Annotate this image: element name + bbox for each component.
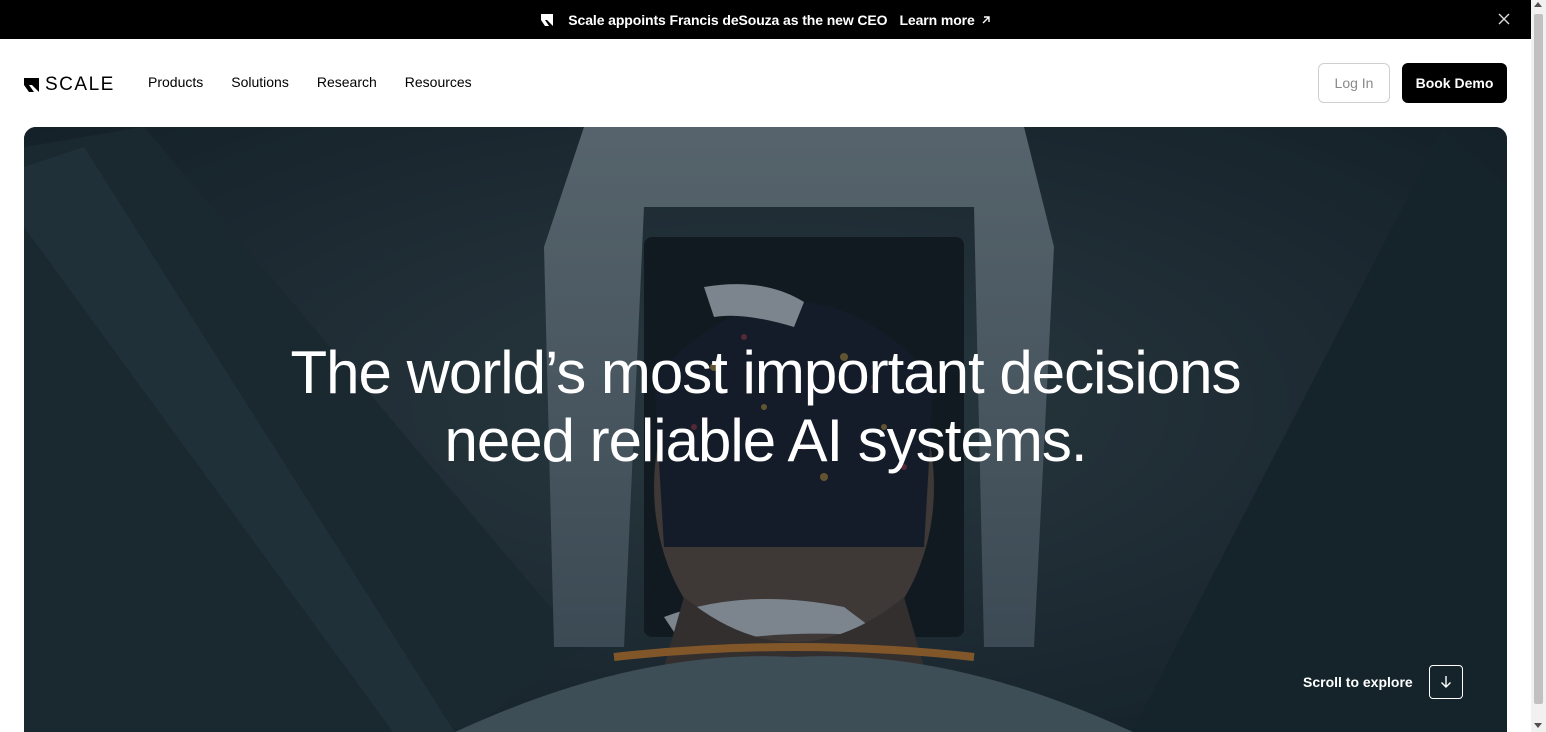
scale-logo[interactable]: SCALE bbox=[24, 75, 115, 94]
hero-title-line2: need reliable AI systems. bbox=[444, 407, 1087, 474]
scrollbar-thumb[interactable] bbox=[1534, 14, 1543, 704]
scroll-down-arrow-icon[interactable] bbox=[1534, 723, 1542, 728]
page-scrollbar[interactable] bbox=[1531, 0, 1546, 732]
close-icon[interactable] bbox=[1497, 12, 1511, 26]
nav-resources[interactable]: Resources bbox=[405, 74, 472, 90]
scroll-up-arrow-icon[interactable] bbox=[1534, 2, 1542, 7]
scroll-label: Scroll to explore bbox=[1303, 674, 1413, 690]
announcement-text: Scale appoints Francis deSouza as the ne… bbox=[568, 11, 888, 28]
book-demo-button[interactable]: Book Demo bbox=[1402, 63, 1507, 103]
scroll-to-explore[interactable]: Scroll to explore bbox=[1303, 665, 1463, 699]
hero-title-line1: The world’s most important decisions bbox=[290, 339, 1242, 406]
nav-links: Products Solutions Research Resources bbox=[148, 74, 472, 90]
learn-more-link[interactable]: Learn more bbox=[899, 12, 990, 28]
arrow-down-icon bbox=[1440, 676, 1451, 688]
scale-logo-icon bbox=[541, 13, 554, 26]
hero-section: The world’s most important decisions nee… bbox=[24, 127, 1507, 732]
main-nav: SCALE Products Solutions Research Resour… bbox=[0, 39, 1531, 127]
logo-text: SCALE bbox=[45, 74, 115, 95]
learn-more-label: Learn more bbox=[899, 11, 975, 28]
nav-products[interactable]: Products bbox=[148, 74, 203, 90]
hero-title: The world’s most important decisions nee… bbox=[24, 339, 1507, 475]
scroll-down-button[interactable] bbox=[1428, 665, 1463, 699]
scale-mark-icon bbox=[24, 77, 39, 92]
nav-research[interactable]: Research bbox=[317, 74, 377, 90]
arrow-up-right-icon bbox=[982, 15, 990, 23]
nav-solutions[interactable]: Solutions bbox=[231, 74, 289, 90]
announcement-bar: Scale appoints Francis deSouza as the ne… bbox=[0, 0, 1531, 39]
login-button[interactable]: Log In bbox=[1318, 63, 1390, 103]
